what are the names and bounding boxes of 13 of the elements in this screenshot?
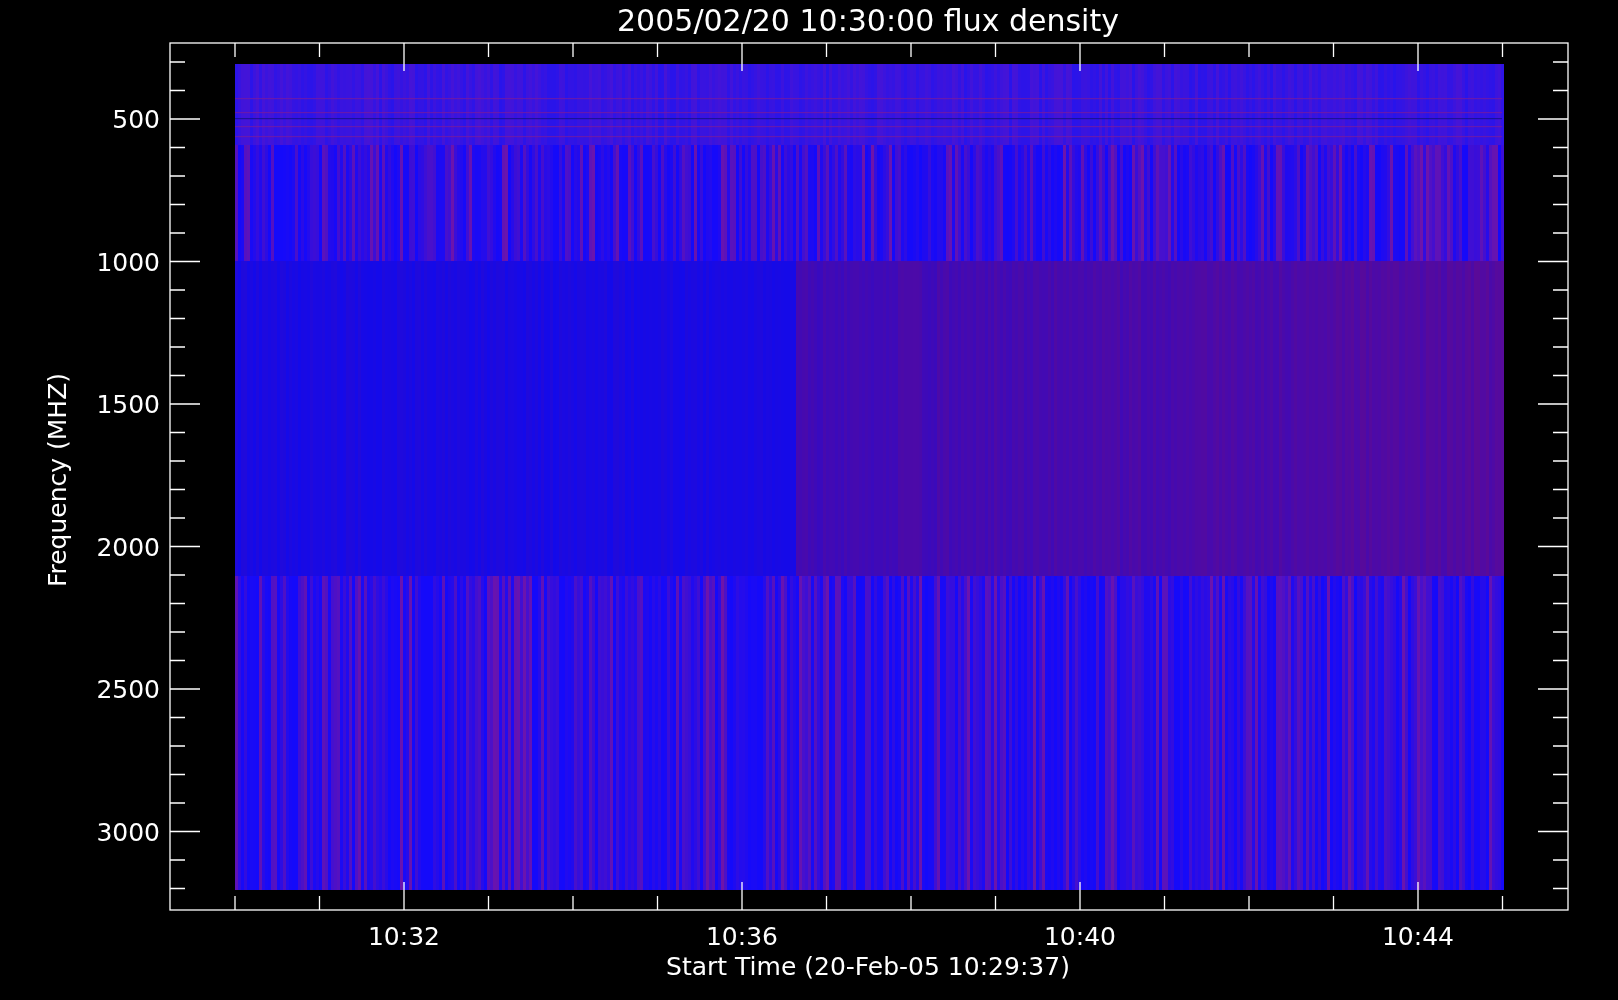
y-tick-label: 2500 xyxy=(96,675,160,704)
y-tick-label: 1000 xyxy=(96,247,160,277)
x-tick-label: 10:32 xyxy=(368,922,440,951)
y-tick-label: 3000 xyxy=(96,817,160,847)
x-tick-label: 10:36 xyxy=(706,922,778,951)
y-tick-label: 1500 xyxy=(96,390,160,419)
y-tick-label: 2000 xyxy=(96,532,160,562)
x-axis-label: Start Time (20-Feb-05 10:29:37) xyxy=(666,952,1070,981)
chart-title: 2005/02/20 10:30:00 flux density xyxy=(617,3,1119,38)
y-axis-label: Frequency (MHZ) xyxy=(43,372,72,588)
x-tick-label: 10:40 xyxy=(1044,922,1116,951)
y-tick-label: 500 xyxy=(112,105,160,134)
x-tick-label: 10:44 xyxy=(1382,922,1454,951)
